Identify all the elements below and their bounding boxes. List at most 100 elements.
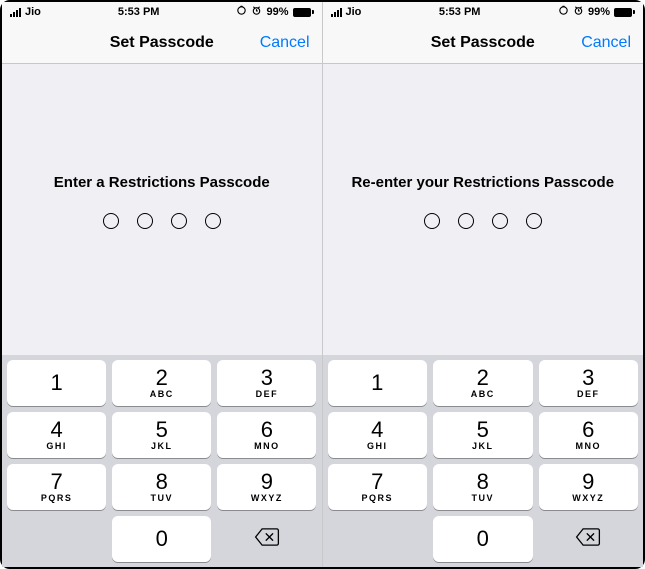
passcode-dot bbox=[526, 213, 542, 229]
keypad-digit: 2 bbox=[156, 367, 168, 389]
battery-pct: 99% bbox=[266, 6, 288, 18]
keypad-key-0[interactable]: 0 bbox=[433, 516, 533, 562]
status-right: 99% bbox=[236, 5, 313, 19]
keypad-letters: MNO bbox=[254, 442, 280, 451]
keypad-key-1[interactable]: 1 bbox=[328, 360, 428, 406]
keypad-digit: 2 bbox=[477, 367, 489, 389]
nav-bar: Set Passcode Cancel bbox=[323, 22, 644, 64]
keypad-letters: JKL bbox=[472, 442, 494, 451]
keypad-key-5[interactable]: 5 JKL bbox=[433, 412, 533, 458]
keypad-key-8[interactable]: 8 TUV bbox=[433, 464, 533, 510]
status-left: Jio bbox=[10, 6, 41, 18]
keypad-key-3[interactable]: 3 DEF bbox=[217, 360, 316, 406]
keypad-key-2[interactable]: 2 ABC bbox=[433, 360, 533, 406]
status-time: 5:53 PM bbox=[41, 6, 237, 18]
keypad-digit: 0 bbox=[477, 528, 489, 550]
numeric-keypad: 1 2 ABC 3 DEF 4 GHI 5 JKL 6 MNO 7 PQRS 8… bbox=[323, 355, 644, 567]
keypad-digit: 4 bbox=[50, 419, 62, 441]
keypad-letters: PQRS bbox=[41, 494, 73, 503]
alarm-icon bbox=[251, 5, 262, 19]
passcode-dot bbox=[458, 213, 474, 229]
keypad-digit: 6 bbox=[261, 419, 273, 441]
keypad-key-4[interactable]: 4 GHI bbox=[328, 412, 428, 458]
orientation-lock-icon bbox=[236, 5, 247, 19]
keypad-key-1[interactable]: 1 bbox=[7, 360, 106, 406]
status-left: Jio bbox=[331, 6, 362, 18]
status-bar: Jio 5:53 PM 99% bbox=[2, 2, 322, 22]
keypad-digit: 8 bbox=[477, 471, 489, 493]
keypad-digit: 6 bbox=[582, 419, 594, 441]
keypad-letters: ABC bbox=[150, 390, 174, 399]
delete-left-icon bbox=[575, 527, 601, 551]
keypad-key-4[interactable]: 4 GHI bbox=[7, 412, 106, 458]
passcode-dot bbox=[424, 213, 440, 229]
keypad-letters: TUV bbox=[472, 494, 495, 503]
passcode-dot bbox=[103, 213, 119, 229]
battery-icon bbox=[614, 8, 635, 17]
status-time: 5:53 PM bbox=[361, 6, 558, 18]
keypad-key-3[interactable]: 3 DEF bbox=[539, 360, 639, 406]
keypad-letters: PQRS bbox=[361, 494, 393, 503]
phone-screen: Jio 5:53 PM 99% Set Passcode Cancel Ente… bbox=[2, 2, 323, 567]
keypad-digit: 0 bbox=[156, 528, 168, 550]
keypad-letters: TUV bbox=[150, 494, 173, 503]
keypad-key-5[interactable]: 5 JKL bbox=[112, 412, 211, 458]
keypad-digit: 4 bbox=[371, 419, 383, 441]
signal-bars-icon bbox=[331, 8, 342, 17]
keypad-digit: 1 bbox=[50, 372, 62, 394]
keypad-digit: 8 bbox=[156, 471, 168, 493]
keypad-key-8[interactable]: 8 TUV bbox=[112, 464, 211, 510]
keypad-letters: WXYZ bbox=[251, 494, 283, 503]
keypad-key-6[interactable]: 6 MNO bbox=[539, 412, 639, 458]
delete-left-icon bbox=[254, 527, 280, 551]
keypad-letters: MNO bbox=[576, 442, 602, 451]
battery-pct: 99% bbox=[588, 6, 610, 18]
passcode-prompt: Enter a Restrictions Passcode bbox=[44, 174, 280, 191]
keypad-key-9[interactable]: 9 WXYZ bbox=[539, 464, 639, 510]
keypad-blank bbox=[7, 516, 106, 562]
keypad-digit: 9 bbox=[261, 471, 273, 493]
keypad-digit: 1 bbox=[371, 372, 383, 394]
passcode-dot bbox=[492, 213, 508, 229]
carrier-label: Jio bbox=[346, 6, 362, 18]
keypad-delete[interactable] bbox=[539, 516, 639, 562]
keypad-key-2[interactable]: 2 ABC bbox=[112, 360, 211, 406]
keypad-delete[interactable] bbox=[217, 516, 316, 562]
keypad-letters: ABC bbox=[471, 390, 495, 399]
nav-bar: Set Passcode Cancel bbox=[2, 22, 322, 64]
keypad-letters: DEF bbox=[577, 390, 600, 399]
carrier-label: Jio bbox=[25, 6, 41, 18]
battery-icon bbox=[293, 8, 314, 17]
status-bar: Jio 5:53 PM 99% bbox=[323, 2, 644, 22]
passcode-dot bbox=[137, 213, 153, 229]
numeric-keypad: 1 2 ABC 3 DEF 4 GHI 5 JKL 6 MNO 7 PQRS 8… bbox=[2, 355, 322, 567]
keypad-key-9[interactable]: 9 WXYZ bbox=[217, 464, 316, 510]
keypad-digit: 9 bbox=[582, 471, 594, 493]
keypad-digit: 7 bbox=[371, 471, 383, 493]
keypad-key-7[interactable]: 7 PQRS bbox=[7, 464, 106, 510]
passcode-dot bbox=[171, 213, 187, 229]
keypad-letters: DEF bbox=[256, 390, 279, 399]
phone-screen: Jio 5:53 PM 99% Set Passcode Cancel Re-e… bbox=[323, 2, 644, 567]
keypad-letters: GHI bbox=[367, 442, 388, 451]
keypad-digit: 7 bbox=[50, 471, 62, 493]
keypad-digit: 5 bbox=[477, 419, 489, 441]
passcode-dots bbox=[103, 213, 221, 229]
keypad-letters: JKL bbox=[151, 442, 173, 451]
passcode-content: Enter a Restrictions Passcode bbox=[2, 64, 322, 355]
keypad-key-0[interactable]: 0 bbox=[112, 516, 211, 562]
passcode-dot bbox=[205, 213, 221, 229]
keypad-digit: 3 bbox=[582, 367, 594, 389]
keypad-letters: GHI bbox=[46, 442, 67, 451]
passcode-dots bbox=[424, 213, 542, 229]
keypad-key-7[interactable]: 7 PQRS bbox=[328, 464, 428, 510]
passcode-prompt: Re-enter your Restrictions Passcode bbox=[341, 174, 624, 191]
nav-title: Set Passcode bbox=[2, 34, 322, 52]
passcode-content: Re-enter your Restrictions Passcode bbox=[323, 64, 644, 355]
signal-bars-icon bbox=[10, 8, 21, 17]
keypad-digit: 3 bbox=[261, 367, 273, 389]
keypad-key-6[interactable]: 6 MNO bbox=[217, 412, 316, 458]
orientation-lock-icon bbox=[558, 5, 569, 19]
alarm-icon bbox=[573, 5, 584, 19]
keypad-digit: 5 bbox=[156, 419, 168, 441]
